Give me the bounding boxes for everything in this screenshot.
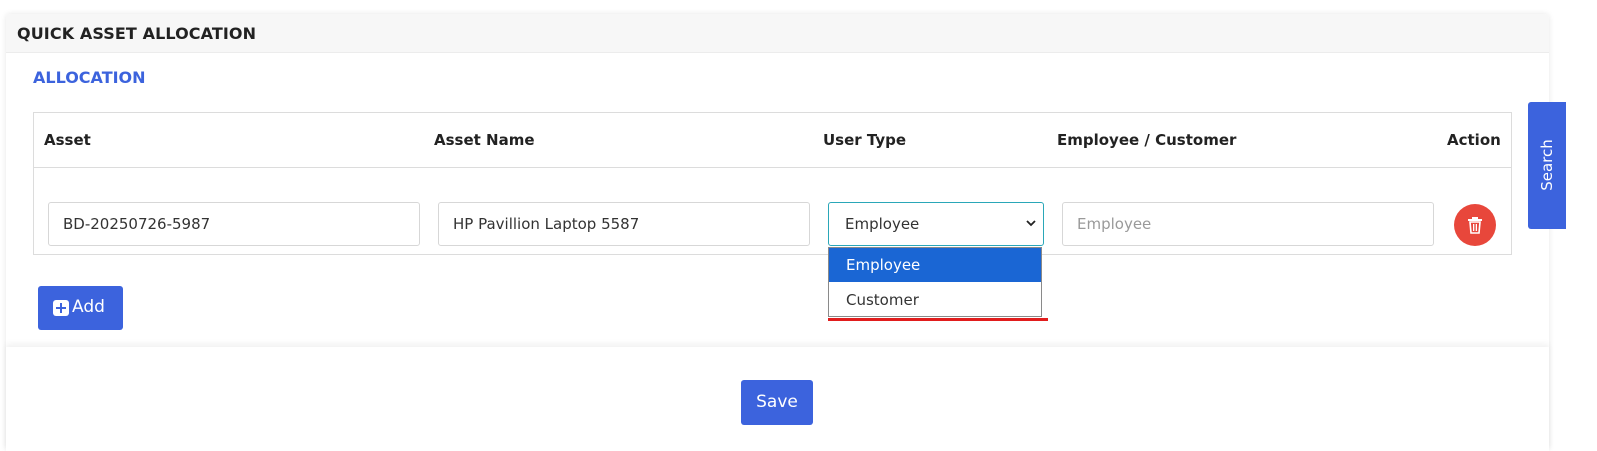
header-asset: Asset [44, 131, 91, 149]
dropdown-option-customer[interactable]: Customer [829, 283, 1041, 317]
header-asset-name: Asset Name [434, 131, 535, 149]
annotation-underline [828, 318, 1048, 321]
table-header-row: Asset Asset Name User Type Employee / Cu… [34, 113, 1511, 168]
user-type-dropdown-list: Employee Customer [828, 247, 1042, 317]
search-side-tab[interactable]: Search [1528, 102, 1566, 229]
employee-customer-input[interactable]: Employee [1062, 202, 1434, 246]
add-button-label: Add [72, 297, 105, 317]
header-user-type: User Type [823, 131, 907, 149]
dropdown-option-employee[interactable]: Employee [829, 248, 1041, 282]
user-type-selected-value: Employee [845, 215, 920, 233]
delete-row-button[interactable] [1454, 204, 1496, 246]
asset-name-input[interactable]: HP Pavillion Laptop 5587 [438, 202, 810, 246]
card-header: QUICK ASSET ALLOCATION [6, 14, 1549, 53]
save-button[interactable]: Save [741, 380, 813, 425]
trash-icon [1467, 216, 1483, 238]
search-tab-label: Search [1538, 139, 1556, 191]
header-employee-customer: Employee / Customer [1057, 131, 1237, 149]
card-title: QUICK ASSET ALLOCATION [17, 24, 257, 43]
header-action: Action [1447, 131, 1501, 149]
user-type-select[interactable]: Employee [828, 202, 1044, 246]
plus-square-icon [53, 300, 69, 316]
asset-input[interactable]: BD-20250726-5987 [48, 202, 420, 246]
section-title: ALLOCATION [33, 68, 146, 87]
add-row-button[interactable]: Add [38, 286, 123, 330]
